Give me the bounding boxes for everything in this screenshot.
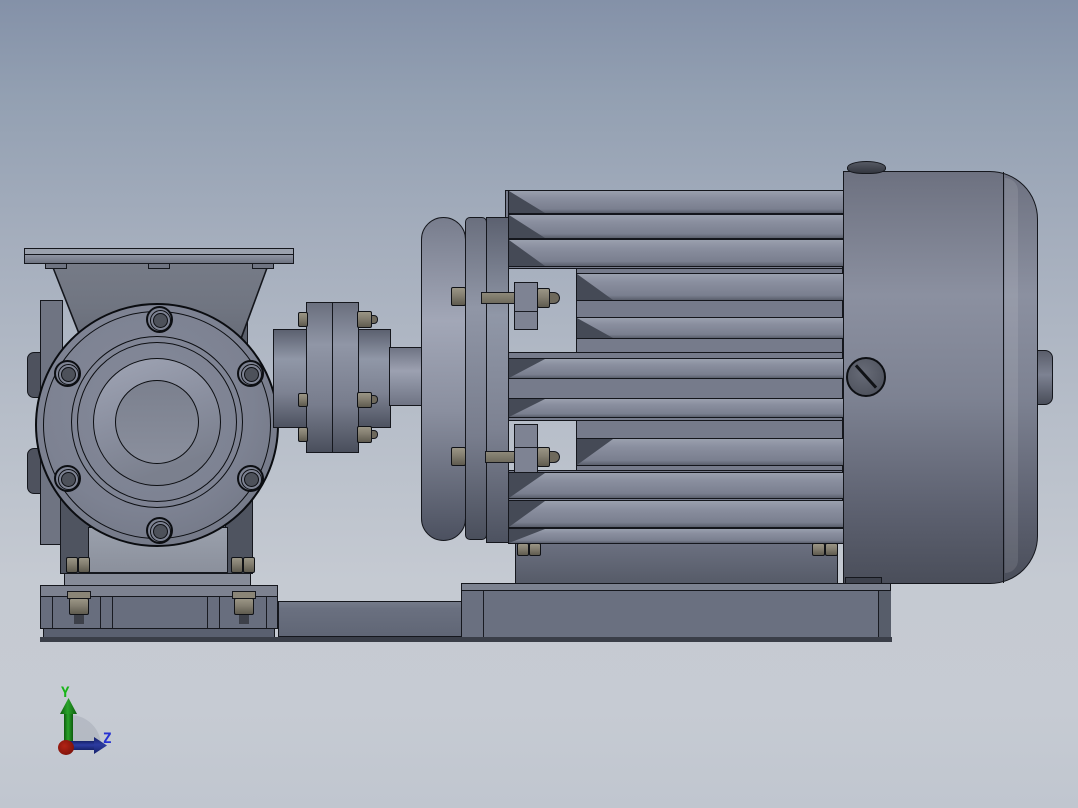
- motor-front-section: [486, 217, 509, 543]
- x-axis-origin-dot[interactable]: [58, 740, 74, 755]
- coupling-nut: [357, 311, 372, 328]
- cooling-fin: [576, 273, 844, 301]
- cooling-fin: [508, 358, 844, 379]
- coupling-disc-left: [306, 302, 333, 453]
- cooling-fin: [508, 528, 844, 544]
- hub-bore: [115, 380, 199, 464]
- pedestal-nut: [231, 557, 243, 573]
- cover-bolt: [237, 465, 264, 492]
- cooling-fin: [576, 317, 844, 339]
- cover-bolt: [146, 517, 173, 544]
- tie-rod-tip: [549, 451, 560, 463]
- cover-bolt: [146, 306, 173, 333]
- flange-bolt: [451, 287, 466, 306]
- cad-viewport[interactable]: Y Z: [0, 0, 1078, 808]
- motor-base-body: [461, 590, 891, 638]
- motor-end-bell-dome: [421, 217, 466, 541]
- cooling-fin: [508, 214, 844, 239]
- tie-rod-bracket: [514, 282, 538, 330]
- motor-front-flange: [465, 217, 487, 540]
- coupling-bolt-head: [298, 427, 308, 442]
- coupling-stud-tip: [371, 315, 378, 324]
- motor-foot-pad: [825, 543, 838, 556]
- base-rail: [278, 601, 462, 637]
- housing-highlight: [1005, 178, 1018, 573]
- cooling-fin: [508, 239, 844, 267]
- tie-rod-tip: [549, 292, 560, 304]
- housing-top-cap-screw: [847, 161, 886, 174]
- drain-screw-slotted: [846, 357, 886, 397]
- coupling-stud-tip: [371, 395, 378, 404]
- hopper-flange-tab: [148, 263, 170, 269]
- coupling-bolt-head: [298, 393, 308, 407]
- cooling-fin: [576, 438, 844, 466]
- hopper-flange-tab: [45, 263, 67, 269]
- cooling-fin: [508, 500, 844, 528]
- ground-shadow: [40, 637, 892, 642]
- y-axis-label: Y: [61, 685, 70, 701]
- cover-bolt: [237, 360, 264, 387]
- coupling-nut: [357, 392, 372, 408]
- coupling-bolt-head: [298, 312, 308, 327]
- motor-foot-pad: [812, 543, 825, 556]
- pedestal-nut: [78, 557, 90, 573]
- pump-shaft-hub: [273, 329, 308, 428]
- hopper-flange-tab: [252, 263, 274, 269]
- motor-foot: [515, 543, 838, 584]
- housing-shaft-stub: [1037, 350, 1053, 405]
- base-bolt: [234, 598, 254, 615]
- motor-shaft: [389, 347, 422, 406]
- housing-seam: [1003, 172, 1004, 583]
- tie-rod-bracket: [514, 424, 538, 473]
- cover-bolt: [54, 360, 81, 387]
- cover-bolt: [54, 465, 81, 492]
- base-bolt-stub: [74, 615, 84, 624]
- motor-foot-pad: [529, 543, 541, 556]
- coupling-nut: [357, 426, 372, 443]
- flange-bolt: [451, 447, 466, 466]
- coupling-disc-right: [332, 302, 359, 453]
- z-axis-label: Z: [103, 731, 112, 747]
- motor-foot-pad: [517, 543, 529, 556]
- cooling-fin: [508, 398, 844, 418]
- pedestal-nut: [66, 557, 78, 573]
- motor-shaft-hub: [358, 329, 391, 428]
- base-bolt: [69, 598, 89, 615]
- tie-rod: [485, 451, 515, 463]
- pedestal-nut: [243, 557, 255, 573]
- coupling-stud-tip: [371, 430, 378, 439]
- cooling-fin: [508, 190, 844, 214]
- tie-rod: [481, 292, 515, 304]
- cooling-fin: [508, 472, 844, 499]
- base-bolt-stub: [239, 615, 249, 624]
